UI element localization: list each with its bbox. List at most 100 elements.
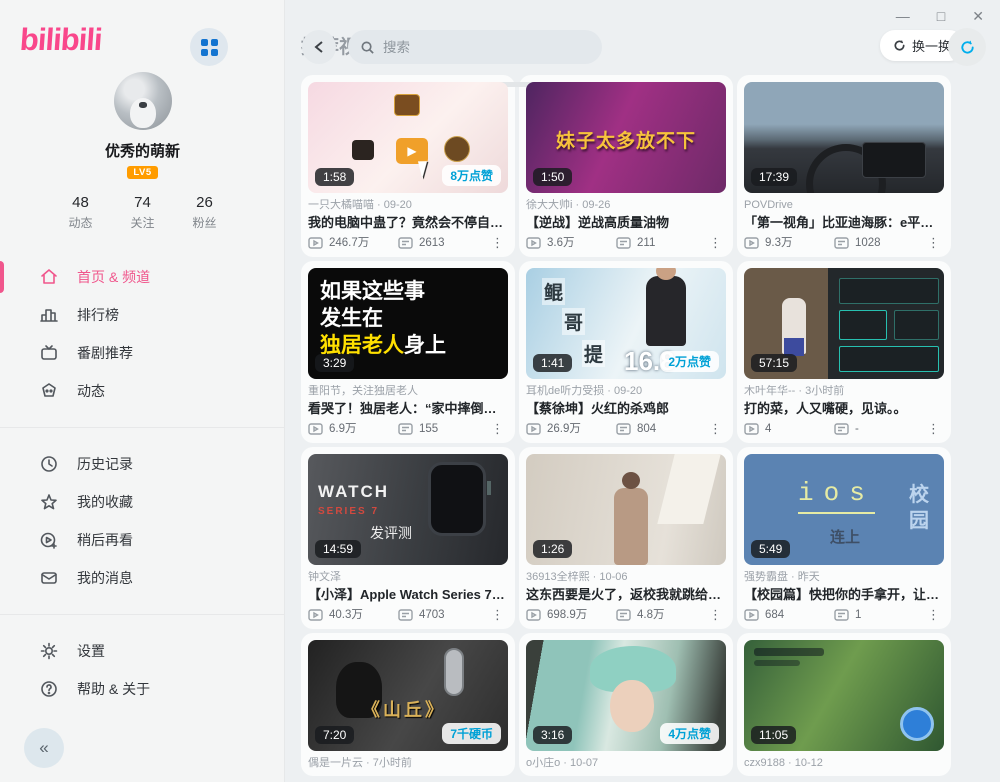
sidebar-item-watch-later[interactable]: 稍后再看 bbox=[0, 521, 285, 559]
stat-dynamics[interactable]: 48 动态 bbox=[68, 194, 92, 231]
duration-badge: 1:50 bbox=[533, 168, 572, 186]
sidebar-item-help-about[interactable]: 帮助 & 关于 bbox=[0, 670, 285, 708]
danmaku-count: 4703 bbox=[419, 608, 445, 622]
question-icon bbox=[40, 680, 58, 698]
stat-label: 关注 bbox=[130, 214, 154, 231]
stat-value: 48 bbox=[68, 194, 92, 211]
sidebar-item-home[interactable]: 首页 & 频道 bbox=[0, 258, 285, 296]
refresh-icon bbox=[959, 39, 976, 56]
uploader-line: 耳机de听力受损 · 09-20 bbox=[526, 385, 726, 397]
more-menu-button[interactable]: ⋮ bbox=[924, 608, 944, 622]
video-card[interactable]: 57:15 木叶年华-- · 3小时前 打的菜，人又嘴硬，见谅。。 4 - ⋮ bbox=[737, 261, 951, 443]
more-menu-button[interactable]: ⋮ bbox=[706, 422, 726, 436]
video-card[interactable]: 妹子太多放不下 1:50 徐大大帅i · 09-26 【逆战】逆战高质量油物 3… bbox=[519, 75, 733, 257]
refresh-button[interactable] bbox=[948, 28, 986, 66]
close-button[interactable]: ✕ bbox=[972, 6, 984, 26]
video-thumbnail: ios 连上 校园 5:49 bbox=[744, 454, 944, 565]
danmaku-icon bbox=[398, 237, 413, 249]
video-stats: 9.3万 1028 ⋮ bbox=[744, 236, 944, 250]
view-count: 246.7万 bbox=[329, 236, 369, 250]
sidebar-item-label: 历史记录 bbox=[77, 454, 133, 474]
search-input[interactable] bbox=[383, 40, 590, 55]
video-card[interactable]: 如果这些事 发生在 独居老人身上 3:29 重阳节，关注独居老人 看哭了！独居老… bbox=[301, 261, 515, 443]
view-count: 4 bbox=[765, 422, 771, 436]
gear-icon bbox=[40, 642, 58, 660]
apps-grid-button[interactable] bbox=[190, 28, 228, 66]
sidebar-item-favorites[interactable]: 我的收藏 bbox=[0, 483, 285, 521]
window-controls: — □ ✕ bbox=[896, 6, 984, 26]
thumbnail-text: 哥 bbox=[562, 308, 585, 335]
video-card[interactable]: 3:16 4万点赞 o小庄o · 10-07 bbox=[519, 633, 733, 776]
sidebar-item-settings[interactable]: 设置 bbox=[0, 632, 285, 670]
duration-badge: 1:41 bbox=[533, 354, 572, 372]
stat-value: 74 bbox=[130, 194, 154, 211]
video-card[interactable]: 鲲 哥 提 16.8 1:41 2万点赞 耳机de听力受损 · 09-20 【蔡… bbox=[519, 261, 733, 443]
menu-divider bbox=[0, 614, 285, 615]
sidebar-item-dynamic[interactable]: 动态 bbox=[0, 372, 285, 410]
danmaku-count: 1028 bbox=[855, 236, 881, 250]
view-count: 9.3万 bbox=[765, 236, 793, 250]
avatar[interactable] bbox=[114, 72, 172, 130]
menu-divider bbox=[0, 427, 285, 428]
uploader-line: POVDrive bbox=[744, 199, 944, 211]
collapse-sidebar-button[interactable]: « bbox=[24, 728, 64, 768]
duration-badge: 1:26 bbox=[533, 540, 572, 558]
user-profile: 优秀的萌新 LV5 48 动态 74 关注 26 粉丝 bbox=[0, 72, 285, 231]
video-thumbnail: 1:26 bbox=[526, 454, 726, 565]
duration-badge: 1:58 bbox=[315, 168, 354, 186]
sidebar-item-history[interactable]: 历史记录 bbox=[0, 445, 285, 483]
video-stats: 684 1 ⋮ bbox=[744, 608, 944, 622]
video-stats: 246.7万 2613 ⋮ bbox=[308, 236, 508, 250]
video-thumbnail: 11:05 bbox=[744, 640, 944, 751]
video-card[interactable]: 1:26 36913全梓熙 · 10-06 这东西要是火了，返校我就跳给全班同…… bbox=[519, 447, 733, 629]
video-card[interactable]: ▶ 1:58 8万点赞 一只大橘喵喵 · 09-20 我的电脑中蛊了？竟然会不停… bbox=[301, 75, 515, 257]
thumbnail-text: ios bbox=[798, 478, 875, 514]
like-badge: 4万点赞 bbox=[660, 723, 719, 744]
play-count-icon bbox=[744, 237, 759, 249]
more-menu-button[interactable]: ⋮ bbox=[488, 608, 508, 622]
video-thumbnail: 《山丘》 7:20 7千硬币 bbox=[308, 640, 508, 751]
duration-badge: 7:20 bbox=[315, 726, 354, 744]
video-card[interactable]: 17:39 POVDrive 「第一视角」比亚迪海豚：e平台3.0首… 9.3万… bbox=[737, 75, 951, 257]
video-stats: 6.9万 155 ⋮ bbox=[308, 422, 508, 436]
video-thumbnail: ▶ 1:58 8万点赞 bbox=[308, 82, 508, 193]
danmaku-count: 155 bbox=[419, 422, 438, 436]
uploader-line: 木叶年华-- · 3小时前 bbox=[744, 385, 944, 397]
envelope-icon bbox=[40, 569, 58, 587]
video-stats: 26.9万 804 ⋮ bbox=[526, 422, 726, 436]
more-menu-button[interactable]: ⋮ bbox=[706, 236, 726, 250]
play-count-icon bbox=[526, 609, 541, 621]
more-menu-button[interactable]: ⋮ bbox=[706, 608, 726, 622]
play-count-icon bbox=[308, 423, 323, 435]
danmaku-count: 211 bbox=[637, 236, 655, 250]
uploader-line: 重阳节，关注独居老人 bbox=[308, 385, 508, 397]
sidebar-item-messages[interactable]: 我的消息 bbox=[0, 559, 285, 597]
view-count: 3.6万 bbox=[547, 236, 575, 250]
more-menu-button[interactable]: ⋮ bbox=[488, 422, 508, 436]
more-menu-button[interactable]: ⋮ bbox=[488, 236, 508, 250]
danmaku-icon bbox=[834, 423, 849, 435]
video-title: 打的菜，人又嘴硬，见谅。。 bbox=[744, 401, 944, 416]
collapse-icon: « bbox=[39, 738, 48, 758]
uploader-line: 钟文泽 bbox=[308, 571, 508, 583]
video-card[interactable]: 11:05 czx9188 · 10-12 bbox=[737, 633, 951, 776]
stat-following[interactable]: 74 关注 bbox=[130, 194, 154, 231]
danmaku-icon bbox=[616, 423, 631, 435]
back-button[interactable] bbox=[302, 30, 336, 64]
play-count-icon bbox=[308, 237, 323, 249]
video-card[interactable]: 《山丘》 7:20 7千硬币 偶是一片云 · 7小时前 bbox=[301, 633, 515, 776]
sidebar-item-bangumi[interactable]: 番剧推荐 bbox=[0, 334, 285, 372]
video-thumbnail: WATCH SERIES 7 发评测 14:59 bbox=[308, 454, 508, 565]
stat-label: 动态 bbox=[68, 214, 92, 231]
stat-fans[interactable]: 26 粉丝 bbox=[193, 194, 217, 231]
video-card[interactable]: ios 连上 校园 5:49 强势霸盘 · 昨天 【校园篇】快把你的手拿开，让快… bbox=[737, 447, 951, 629]
more-menu-button[interactable]: ⋮ bbox=[924, 236, 944, 250]
maximize-button[interactable]: □ bbox=[937, 6, 945, 26]
video-card[interactable]: WATCH SERIES 7 发评测 14:59 钟文泽 【小泽】Apple W… bbox=[301, 447, 515, 629]
more-menu-button[interactable]: ⋮ bbox=[924, 422, 944, 436]
thumbnail-text: 提 bbox=[582, 340, 605, 367]
sidebar-item-ranking[interactable]: 排行榜 bbox=[0, 296, 285, 334]
coin-badge: 7千硬币 bbox=[442, 723, 501, 744]
video-stats: 4 - ⋮ bbox=[744, 422, 944, 436]
minimize-button[interactable]: — bbox=[896, 6, 910, 26]
